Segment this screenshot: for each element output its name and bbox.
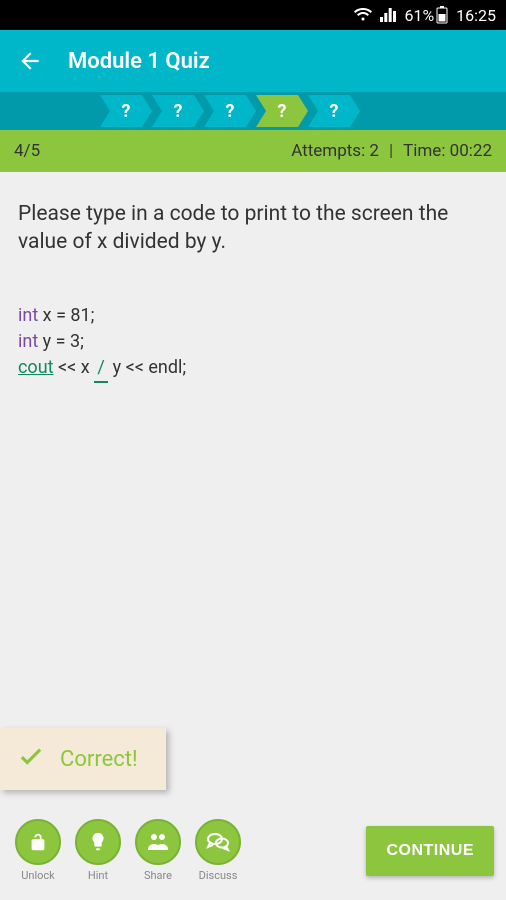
progress-step-2[interactable]: ? [204,95,256,127]
progress-step-0[interactable]: ? [100,95,152,127]
check-icon [16,742,46,776]
keyword-int: int [18,331,38,352]
step-label: ? [226,101,235,122]
status-time: 16:25 [456,6,496,25]
share-label: Share [144,869,172,882]
feedback-text: Correct! [60,747,138,772]
chat-icon [206,831,230,853]
people-icon [146,831,170,853]
attempts-label: Attempts: 2 [291,141,379,161]
progress-step-1[interactable]: ? [152,95,204,127]
unlock-button[interactable]: Unlock [12,819,64,882]
hint-button[interactable]: Hint [72,819,124,882]
stream-cout: cout [18,357,54,378]
back-button[interactable] [16,47,44,75]
app-bar: Module 1 Quiz [0,30,506,92]
discuss-button[interactable]: Discuss [192,819,244,882]
question-counter: 4/5 [14,141,40,161]
signal-icon [380,8,396,22]
info-bar: 4/5 Attempts: 2 | Time: 00:22 [0,130,506,172]
unlock-label: Unlock [21,869,55,882]
lightbulb-icon [87,831,109,853]
feedback-banner: Correct! [0,728,166,790]
step-label: ? [174,101,183,122]
page-title: Module 1 Quiz [68,49,210,74]
hint-label: Hint [88,869,108,882]
progress-step-3[interactable]: ? [256,95,308,127]
battery-indicator: 61% [404,6,448,25]
battery-percent: 61% [404,6,434,25]
step-label: ? [330,101,339,122]
code-line-3: cout << x / y << endl; [18,355,488,383]
code-line-2: int y = 3; [18,329,488,355]
separator: | [389,141,393,161]
progress-steps: ????? [0,92,506,130]
answer-blank[interactable]: / [94,355,108,383]
keyword-int: int [18,305,38,326]
code-line-1: int x = 81; [18,303,488,329]
code-block: int x = 81; int y = 3; cout << x / y << … [18,303,488,383]
battery-icon [436,6,448,24]
time-label: Time: 00:22 [403,141,492,161]
bottom-actions: Unlock Hint Share Discuss CONTINUE [0,819,506,900]
arrow-left-icon [17,48,43,74]
continue-button[interactable]: CONTINUE [366,826,494,876]
discuss-label: Discuss [199,869,238,882]
step-label: ? [122,101,131,122]
wifi-icon [354,8,372,22]
content-area: Please type in a code to print to the sc… [0,172,506,900]
unlock-icon [27,831,49,853]
question-prompt: Please type in a code to print to the sc… [18,200,488,257]
progress-step-4[interactable]: ? [308,95,360,127]
share-button[interactable]: Share [132,819,184,882]
step-label: ? [278,101,287,122]
status-bar: 61% 16:25 [0,0,506,30]
